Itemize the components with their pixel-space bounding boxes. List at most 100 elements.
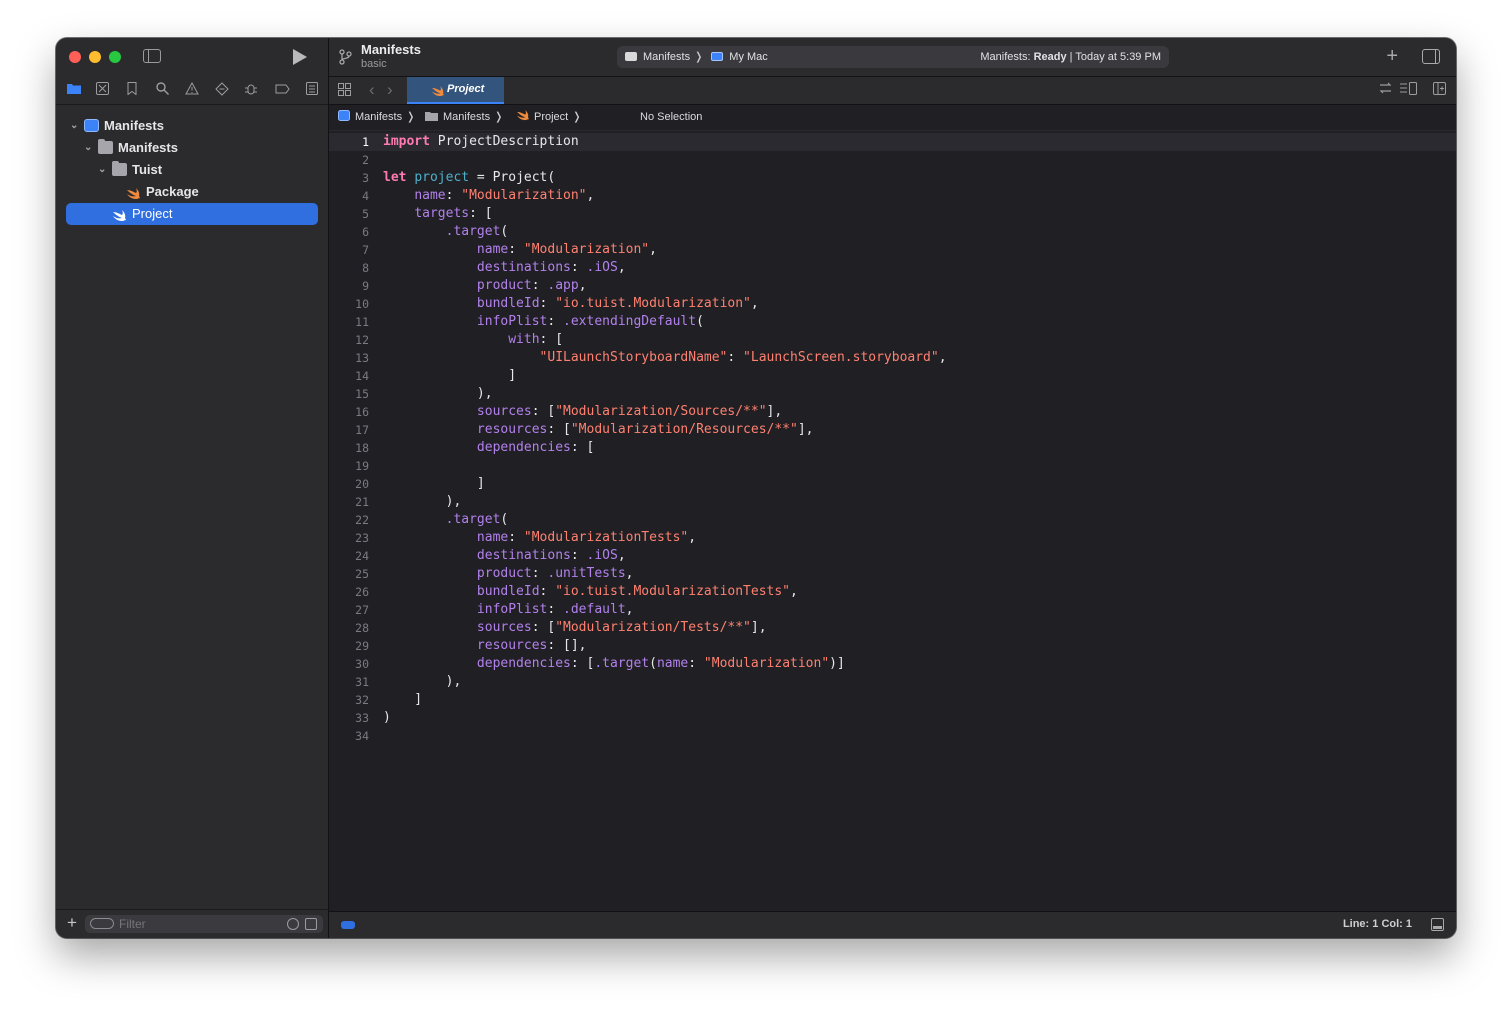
source-control-navigator-icon[interactable] bbox=[94, 82, 110, 98]
related-items-grid-icon[interactable] bbox=[338, 83, 352, 97]
code-line[interactable]: 7 name: "Modularization", bbox=[329, 241, 1456, 259]
code-line[interactable]: 11 infoPlist: .extendingDefault( bbox=[329, 313, 1456, 331]
code-line[interactable]: 5 targets: [ bbox=[329, 205, 1456, 223]
inspector-toggle-icon[interactable] bbox=[1422, 49, 1440, 64]
split-editor-icon[interactable] bbox=[1433, 82, 1446, 98]
zoom-window-button[interactable] bbox=[109, 51, 121, 63]
debug-navigator-icon[interactable] bbox=[244, 82, 260, 98]
code-line[interactable]: 19 bbox=[329, 457, 1456, 475]
find-navigator-icon[interactable] bbox=[154, 82, 170, 98]
destination-label[interactable]: My Mac bbox=[729, 51, 768, 63]
line-number: 7 bbox=[362, 243, 369, 257]
sidebar-toggle-icon[interactable] bbox=[143, 49, 161, 63]
code-line[interactable]: 34 bbox=[329, 727, 1456, 745]
editor-options-icon[interactable] bbox=[1400, 82, 1418, 98]
test-navigator-icon[interactable] bbox=[214, 82, 230, 98]
run-button[interactable] bbox=[293, 49, 307, 65]
code-line[interactable]: 14 ] bbox=[329, 367, 1456, 385]
console-indicator-icon[interactable] bbox=[341, 921, 355, 929]
navigator-filter-field[interactable]: Filter bbox=[85, 915, 323, 933]
jump-item-group[interactable]: Manifests ❭ bbox=[425, 105, 503, 130]
tree-item-label: Manifests bbox=[104, 118, 164, 133]
code-line[interactable]: 16 sources: ["Modularization/Sources/**"… bbox=[329, 403, 1456, 421]
code-line[interactable]: 23 name: "ModularizationTests", bbox=[329, 529, 1456, 547]
tab-project[interactable]: Project bbox=[407, 77, 504, 104]
jump-item-file[interactable]: Project ❭ bbox=[516, 105, 581, 130]
disclosure-chevron-icon[interactable]: ⌄ bbox=[70, 115, 80, 137]
code-line[interactable]: 4 name: "Modularization", bbox=[329, 187, 1456, 205]
back-chevron-icon[interactable]: ‹ bbox=[369, 80, 375, 100]
report-navigator-icon[interactable] bbox=[304, 82, 320, 98]
code-line[interactable]: 27 infoPlist: .default, bbox=[329, 601, 1456, 619]
code-line[interactable]: 9 product: .app, bbox=[329, 277, 1456, 295]
branch-name[interactable]: basic bbox=[361, 58, 387, 70]
code-text: resources: [], bbox=[476, 638, 587, 653]
code-line[interactable]: 29 resources: [], bbox=[329, 637, 1456, 655]
line-number: 29 bbox=[355, 639, 369, 653]
code-line[interactable]: 17 resources: ["Modularization/Resources… bbox=[329, 421, 1456, 439]
code-line[interactable]: 15 ), bbox=[329, 385, 1456, 403]
code-line[interactable]: 32 ] bbox=[329, 691, 1456, 709]
tree-item-tuist-folder[interactable]: ⌄ Tuist bbox=[66, 159, 318, 181]
line-number: 4 bbox=[362, 189, 369, 203]
code-line[interactable]: 28 sources: ["Modularization/Tests/**"], bbox=[329, 619, 1456, 637]
add-file-button[interactable]: + bbox=[67, 914, 77, 932]
code-text: ] bbox=[383, 476, 485, 491]
recent-files-icon[interactable] bbox=[287, 918, 299, 930]
debug-area-toggle-icon[interactable] bbox=[1431, 918, 1444, 931]
minimize-window-button[interactable] bbox=[89, 51, 101, 63]
code-line[interactable]: 26 bundleId: "io.tuist.ModularizationTes… bbox=[329, 583, 1456, 601]
status-state: Ready bbox=[1033, 51, 1067, 63]
source-control-filter-icon[interactable] bbox=[305, 918, 317, 930]
code-line[interactable]: 18 dependencies: [ bbox=[329, 439, 1456, 457]
tree-item-package[interactable]: Package bbox=[66, 181, 318, 203]
code-line[interactable]: 8 destinations: .iOS, bbox=[329, 259, 1456, 277]
filter-options-icon[interactable] bbox=[90, 918, 114, 929]
line-number: 28 bbox=[355, 621, 369, 635]
code-line[interactable]: 31 ), bbox=[329, 673, 1456, 691]
code-line[interactable]: 13 "UILaunchStoryboardName": "LaunchScre… bbox=[329, 349, 1456, 367]
line-number: 6 bbox=[362, 225, 369, 239]
code-line[interactable]: 24 destinations: .iOS, bbox=[329, 547, 1456, 565]
code-line[interactable]: 6 .target( bbox=[329, 223, 1456, 241]
code-text: destinations: .iOS, bbox=[476, 548, 626, 563]
close-window-button[interactable] bbox=[69, 51, 81, 63]
code-line[interactable]: 2 bbox=[329, 151, 1456, 169]
scheme-selector[interactable]: Manifests ❭ My Mac bbox=[625, 46, 768, 68]
disclosure-chevron-icon[interactable]: ⌄ bbox=[98, 159, 108, 181]
issue-navigator-icon[interactable] bbox=[184, 81, 200, 98]
line-number: 21 bbox=[355, 495, 369, 509]
code-line[interactable]: 3 let project = Project( bbox=[329, 169, 1456, 187]
project-navigator-icon[interactable] bbox=[66, 82, 82, 98]
breakpoint-navigator-icon[interactable] bbox=[274, 82, 290, 98]
code-text: with: [ bbox=[508, 332, 564, 347]
tree-item-project[interactable]: Project bbox=[66, 203, 318, 225]
tree-item-manifests-project[interactable]: ⌄ Manifests bbox=[66, 115, 318, 137]
code-line[interactable]: 20 ] bbox=[329, 475, 1456, 493]
project-title: Manifests bbox=[361, 42, 421, 57]
swap-icon[interactable] bbox=[1379, 82, 1392, 97]
line-number: 13 bbox=[355, 351, 369, 365]
forward-chevron-icon[interactable]: › bbox=[387, 80, 393, 100]
jump-item-selection[interactable]: No Selection bbox=[640, 105, 702, 130]
library-add-icon[interactable]: + bbox=[1386, 45, 1398, 67]
disclosure-chevron-icon[interactable]: ⌄ bbox=[84, 137, 94, 159]
tree-item-manifests-group[interactable]: ⌄ Manifests bbox=[66, 137, 318, 159]
chevron-right-icon: ❭ bbox=[406, 111, 416, 123]
code-line[interactable]: 12 with: [ bbox=[329, 331, 1456, 349]
code-line[interactable]: 1 import ProjectDescription bbox=[329, 133, 1456, 151]
jump-bar: Manifests ❭ Manifests ❭ Project ❭ No Select… bbox=[329, 105, 1456, 131]
code-text: bundleId: "io.tuist.Modularization", bbox=[476, 296, 759, 311]
code-line[interactable]: 30 dependencies: [.target(name: "Modular… bbox=[329, 655, 1456, 673]
code-line[interactable]: 33) bbox=[329, 709, 1456, 727]
source-editor[interactable]: 1 import ProjectDescription 2 3 let project … bbox=[329, 131, 1456, 911]
code-line[interactable]: 21 ), bbox=[329, 493, 1456, 511]
jump-item-project[interactable]: Manifests ❭ bbox=[338, 105, 415, 130]
code-text: dependencies: [ bbox=[476, 440, 595, 455]
code-line[interactable]: 22 .target( bbox=[329, 511, 1456, 529]
bookmark-navigator-icon[interactable] bbox=[124, 82, 140, 98]
tree-item-label: Manifests bbox=[118, 140, 178, 155]
code-line[interactable]: 10 bundleId: "io.tuist.Modularization", bbox=[329, 295, 1456, 313]
code-line[interactable]: 25 product: .unitTests, bbox=[329, 565, 1456, 583]
code-text: name: "Modularization", bbox=[414, 188, 595, 203]
